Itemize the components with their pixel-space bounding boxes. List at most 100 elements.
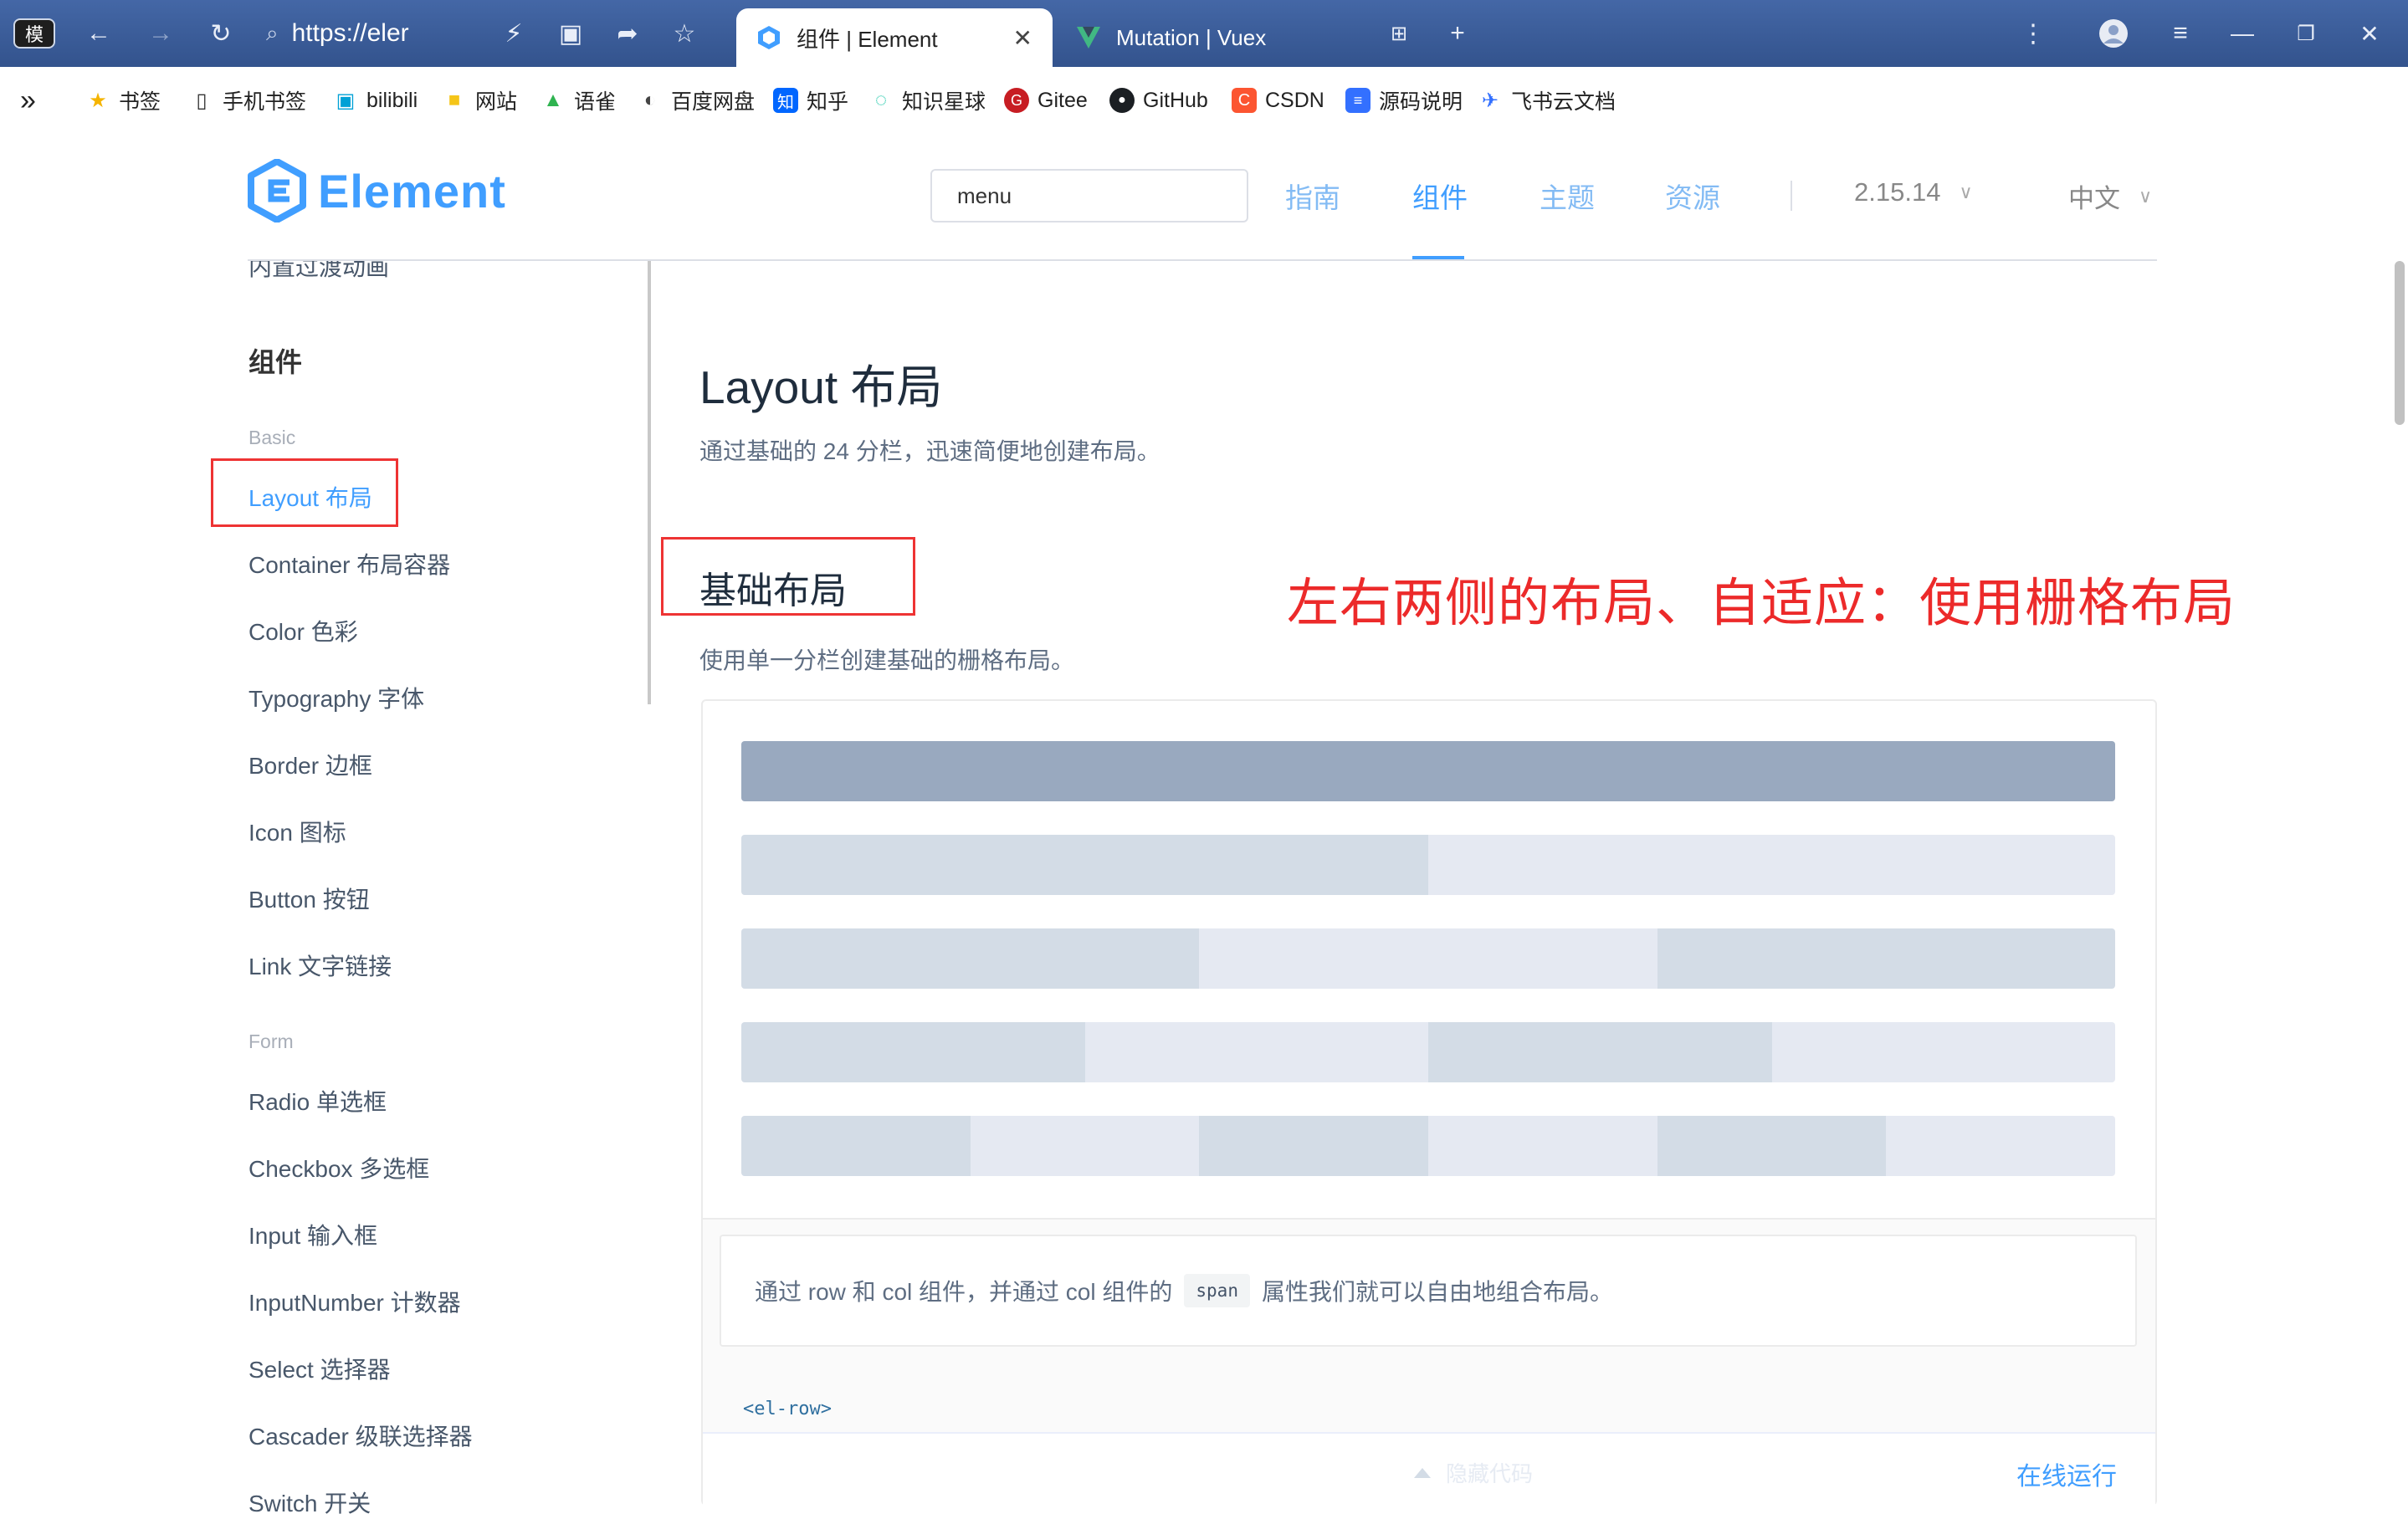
bookmark-item[interactable]: ◐ 百度网盘 bbox=[638, 85, 755, 115]
language-select[interactable]: 中文 ∨ bbox=[2068, 177, 2152, 215]
sidebar-item[interactable]: Container 布局容器 bbox=[248, 547, 450, 580]
restore-icon[interactable]: ❐ bbox=[2289, 17, 2323, 50]
sidebar-item-transition[interactable]: 内置过渡动画 bbox=[248, 261, 389, 283]
demo-description-card: 通过 row 和 col 组件，并通过 col 组件的 span 属性我们就可以… bbox=[720, 1235, 2137, 1347]
grid-row bbox=[741, 1022, 2115, 1082]
grid-col bbox=[741, 835, 1428, 895]
share-icon[interactable]: ➦ bbox=[611, 17, 644, 50]
bookmark-item[interactable]: C CSDN bbox=[1232, 85, 1324, 115]
baidu-pan-icon: ◐ bbox=[643, 89, 657, 111]
bookmark-item[interactable]: ≡ 源码说明 bbox=[1345, 85, 1463, 115]
search-input[interactable]: menu bbox=[930, 169, 1248, 222]
sidebar-category-form: Form bbox=[248, 1031, 294, 1052]
vue-favicon-icon bbox=[1076, 25, 1101, 50]
bookmarks-expand-icon[interactable]: » bbox=[20, 84, 36, 116]
sidebar-item[interactable]: Icon 图标 bbox=[248, 815, 346, 848]
bookmarks-bar: » ★ 书签 ▯ 手机书签 ▣ bilibili ■ 网站 ▲ 语雀 ◐ 百度网盘 知知乎 … bbox=[0, 67, 2408, 134]
grid-col bbox=[741, 1116, 971, 1176]
tab-group-icon[interactable]: ⊞ bbox=[1382, 17, 1416, 50]
sidebar-item[interactable]: Radio 单选框 bbox=[248, 1084, 387, 1118]
menu-icon[interactable]: ≡ bbox=[2164, 17, 2197, 50]
bookmark-item[interactable]: ▣ bilibili bbox=[333, 85, 418, 115]
sidebar-item[interactable]: Border 边框 bbox=[248, 748, 372, 781]
sidebar-item[interactable]: Typography 字体 bbox=[248, 681, 424, 714]
reader-icon[interactable]: ▣ bbox=[554, 17, 587, 50]
account-icon[interactable] bbox=[2097, 17, 2130, 50]
sidebar-item[interactable]: InputNumber 计数器 bbox=[248, 1285, 461, 1318]
sidebar-item[interactable]: Checkbox 多选框 bbox=[248, 1151, 429, 1184]
sidebar-item[interactable]: Color 色彩 bbox=[248, 614, 358, 647]
bookmark-item[interactable]: ▲ 语雀 bbox=[541, 85, 616, 115]
grid-col bbox=[1199, 1116, 1428, 1176]
caret-up-icon bbox=[1414, 1467, 1431, 1478]
sidebar-item[interactable]: Select 选择器 bbox=[248, 1352, 391, 1385]
forward-icon[interactable]: → bbox=[144, 17, 177, 50]
toggle-code-label: 隐藏代码 bbox=[1446, 1461, 1534, 1486]
sidebar-item[interactable]: Link 文字链接 bbox=[248, 949, 392, 982]
tab-element[interactable]: 组件 | Element ✕ bbox=[736, 8, 1053, 67]
grid-col bbox=[1657, 928, 2115, 989]
code-snippet: <el-row> bbox=[743, 1399, 832, 1419]
sidebar-item[interactable]: Switch 开关 bbox=[248, 1486, 371, 1519]
element-logo-icon bbox=[248, 159, 306, 222]
grid-col bbox=[1427, 1116, 1657, 1176]
element-logo[interactable]: Element bbox=[248, 159, 506, 222]
folder-icon: ■ bbox=[448, 89, 461, 111]
bookmark-item[interactable]: ✈ 飞书云文档 bbox=[1478, 85, 1616, 115]
phone-icon: ▯ bbox=[196, 89, 207, 112]
toggle-code-button[interactable]: 隐藏代码 bbox=[1414, 1457, 1533, 1488]
sidebar-item[interactable]: Cascader 级联选择器 bbox=[248, 1419, 473, 1452]
sidebar-item[interactable]: Button 按钮 bbox=[248, 882, 370, 915]
grid-col bbox=[741, 928, 1200, 989]
minimize-icon[interactable]: — bbox=[2226, 17, 2259, 50]
grid-row bbox=[741, 928, 2115, 989]
chevron-down-icon: ∨ bbox=[2139, 185, 2153, 207]
nav-theme[interactable]: 主题 bbox=[1540, 176, 1595, 216]
page-scrollbar[interactable] bbox=[2395, 261, 2405, 425]
address-bar[interactable]: ⌕ https://eler bbox=[266, 12, 492, 55]
bookmark-item[interactable]: ■ 网站 bbox=[442, 85, 517, 115]
zhihu-icon: 知 bbox=[773, 88, 798, 113]
address-text: https://eler bbox=[291, 19, 409, 47]
grid-row bbox=[741, 835, 2115, 895]
nav-resource[interactable]: 资源 bbox=[1665, 176, 1720, 216]
doc-icon: ≡ bbox=[1345, 88, 1371, 113]
planet-icon: ◌ bbox=[874, 89, 888, 111]
grid-row bbox=[741, 1116, 2115, 1176]
bookmark-item[interactable]: ▯ 手机书签 bbox=[189, 85, 306, 115]
sidebar-scrollbar[interactable] bbox=[648, 261, 651, 704]
bilibili-icon: ▣ bbox=[336, 89, 356, 112]
section-description: 使用单一分栏创建基础的栅格布局。 bbox=[699, 647, 1075, 673]
page-title: Layout 布局 bbox=[699, 361, 943, 413]
favorite-star-icon[interactable]: ☆ bbox=[668, 17, 701, 50]
bookmark-item[interactable]: ● GitHub bbox=[1109, 85, 1208, 115]
more-vertical-icon[interactable]: ⋮ bbox=[2016, 17, 2050, 50]
code-chip: span bbox=[1184, 1274, 1250, 1307]
yuque-icon: ▲ bbox=[543, 89, 563, 111]
tab-vuex[interactable]: Mutation | Vuex bbox=[1056, 8, 1365, 67]
site-badge[interactable]: 模 bbox=[13, 18, 55, 49]
nav-guide[interactable]: 指南 bbox=[1285, 176, 1340, 216]
reload-icon[interactable]: ↻ bbox=[204, 17, 238, 50]
nav-component[interactable]: 组件 bbox=[1412, 176, 1468, 216]
grid-col bbox=[1657, 1116, 1887, 1176]
back-icon[interactable]: ← bbox=[82, 17, 115, 50]
sidebar-item[interactable]: Input 输入框 bbox=[248, 1218, 377, 1251]
close-tab-icon[interactable]: ✕ bbox=[1013, 24, 1032, 52]
gitee-icon: G bbox=[1004, 88, 1029, 113]
bookmark-item[interactable]: ★ 书签 bbox=[85, 85, 161, 115]
version-select[interactable]: 2.15.14 ∨ bbox=[1854, 177, 1973, 207]
bookmark-item[interactable]: G Gitee bbox=[1004, 85, 1088, 115]
close-window-icon[interactable]: ✕ bbox=[2353, 17, 2386, 50]
new-tab-icon[interactable]: + bbox=[1441, 17, 1474, 50]
desc-text: 通过 row 和 col 组件，并通过 col 组件的 bbox=[755, 1279, 1173, 1305]
sidebar-category-basic: Basic bbox=[248, 427, 296, 448]
run-online-button[interactable]: 在线运行 bbox=[2016, 1455, 2117, 1492]
bookmark-item[interactable]: ◌ 知识星球 bbox=[868, 85, 986, 115]
csdn-icon: C bbox=[1232, 88, 1257, 113]
lightning-icon[interactable]: ⚡︎ bbox=[497, 17, 530, 50]
grid-col bbox=[1886, 1116, 2115, 1176]
bookmark-item[interactable]: 知知乎 bbox=[773, 85, 848, 115]
red-annotation: 左右两侧的布局、自适应：使用栅格布局 bbox=[1287, 575, 2236, 632]
chevron-down-icon: ∨ bbox=[1959, 182, 1973, 202]
